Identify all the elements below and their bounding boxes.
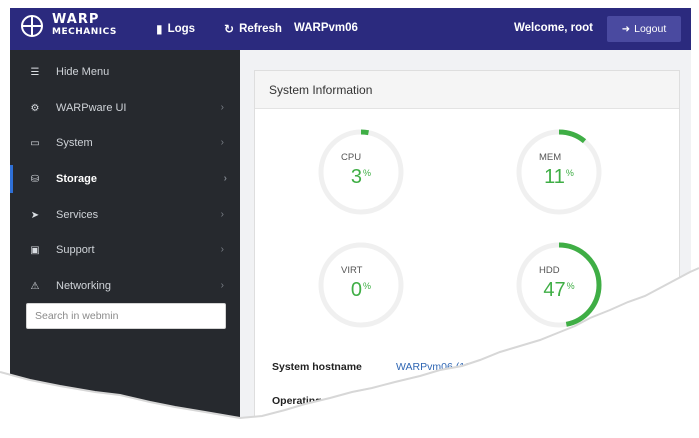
brand-text: WARP MECHANICS	[52, 12, 117, 38]
logs-label: Logs	[167, 23, 196, 35]
network-icon: ⚠	[30, 280, 40, 292]
screenshot-stage: WARP MECHANICS ▮ Logs ↻ Refresh WARPvm06…	[0, 0, 699, 438]
welcome-text: Welcome, root	[513, 22, 593, 34]
drive-icon: ⛁	[30, 173, 40, 185]
logout-button[interactable]: ➜ Logout	[607, 16, 681, 42]
sidebar-item-label: WARPware UI	[56, 102, 127, 114]
gear-icon: ⚙	[30, 102, 40, 114]
panel-title: System Information	[255, 71, 679, 109]
gauge-label: MEM	[539, 152, 562, 163]
refresh-link[interactable]: ↻ Refresh	[224, 22, 282, 36]
brand-line1: WARP	[52, 12, 100, 27]
info-key: Operating s	[272, 395, 331, 407]
hostname-label: WARPvm06	[294, 22, 358, 34]
gauge-label: HDD	[539, 265, 560, 276]
sidebar-item-warpware-ui[interactable]: ⚙ WARPware UI ›	[10, 94, 240, 122]
sidebar-item-services[interactable]: ➤ Services ›	[10, 201, 240, 229]
toolbox-icon: ▣	[30, 244, 40, 256]
sidebar-item-label: Support	[56, 244, 95, 256]
chevron-right-icon: ›	[220, 280, 224, 291]
gauge-value: 47%	[543, 279, 575, 301]
hostname-link[interactable]: WARPvm06	[294, 22, 358, 34]
gauge-value: 3%	[350, 166, 372, 188]
sidebar-item-label: Storage	[56, 173, 97, 185]
monitor-icon: ▭	[30, 137, 40, 149]
sidebar-item-label: Hide Menu	[56, 66, 110, 78]
chevron-right-icon: ›	[223, 173, 227, 184]
webmin-app: WARP MECHANICS ▮ Logs ↻ Refresh WARPvm06…	[10, 8, 691, 438]
brand-logo[interactable]: WARP MECHANICS	[20, 12, 117, 38]
sidebar: ☰ Hide Menu ⚙ WARPware UI › ▭ System › ⛁…	[10, 50, 240, 438]
sidebar-item-networking[interactable]: ⚠ Networking ›	[10, 272, 240, 300]
brand-line2: MECHANICS	[52, 27, 117, 37]
chevron-right-icon: ›	[220, 244, 224, 255]
gauge-value: 0%	[350, 279, 372, 301]
gauge-label: CPU	[341, 152, 362, 163]
chevron-right-icon: ›	[220, 137, 224, 148]
menu-icon: ☰	[30, 66, 40, 78]
hostname-value-link[interactable]: WARPvm06 (10.211.50.6)	[396, 361, 517, 373]
gauge-value: 11%	[544, 166, 574, 188]
gauge-label: VIRT	[341, 265, 363, 276]
chevron-right-icon: ›	[220, 102, 224, 113]
rocket-icon: ➤	[30, 209, 40, 221]
refresh-icon: ↻	[224, 22, 235, 36]
warp-logo-icon	[21, 15, 43, 37]
sidebar-item-support[interactable]: ▣ Support ›	[10, 236, 240, 264]
search-input[interactable]	[26, 303, 226, 329]
logout-icon: ➜	[621, 23, 631, 35]
system-info-panel: System Information CPU 3% MEM 11% VIRT 0…	[254, 70, 680, 438]
info-key: System hostname	[272, 361, 362, 373]
mem-gauge: MEM 11%	[513, 126, 605, 218]
top-bar: WARP MECHANICS ▮ Logs ↻ Refresh WARPvm06…	[10, 8, 691, 50]
sidebar-item-hide-menu[interactable]: ☰ Hide Menu	[10, 58, 240, 86]
logout-label: Logout	[634, 23, 667, 35]
sidebar-item-label: Networking	[56, 280, 112, 292]
main-content: System Information CPU 3% MEM 11% VIRT 0…	[240, 50, 691, 438]
sidebar-item-label: System	[56, 137, 93, 149]
refresh-label: Refresh	[239, 23, 282, 35]
virt-gauge: VIRT 0%	[315, 239, 407, 331]
logs-link[interactable]: ▮ Logs	[156, 22, 195, 36]
sidebar-item-label: Services	[56, 209, 99, 221]
sidebar-item-storage[interactable]: ⛁ Storage ›	[10, 165, 243, 193]
chevron-right-icon: ›	[220, 209, 224, 220]
file-icon: ▮	[156, 22, 163, 36]
cpu-gauge: CPU 3%	[315, 126, 407, 218]
hdd-gauge: HDD 47%	[513, 239, 605, 331]
sidebar-item-system[interactable]: ▭ System ›	[10, 129, 240, 157]
